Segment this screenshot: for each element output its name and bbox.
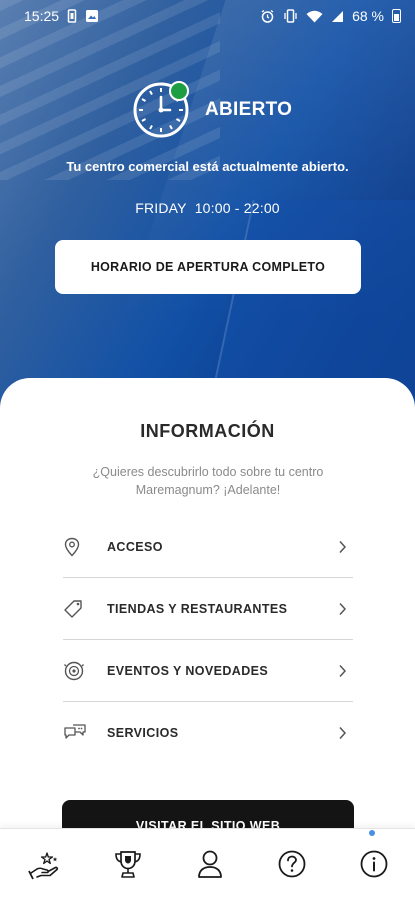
signal-icon [332,10,344,22]
information-menu: ACCESO TIENDAS Y RESTAURANTES EVENTOS Y … [63,516,353,764]
user-icon [198,850,222,878]
open-status-title: ABIERTO [205,99,293,120]
trophy-icon [115,851,141,878]
subtitle-line: Maremagnum? ¡Adelante! [135,483,281,497]
open-status-indicator [169,81,189,101]
location-pin-icon [63,536,95,558]
subtitle-line: ¿Quieres descubrirlo todo sobre tu centr… [92,465,324,479]
chevron-right-icon [339,664,347,677]
open-status-description: Tu centro comercial está actualmente abi… [66,159,349,174]
bottom-navigation [0,828,415,900]
menu-item-acceso[interactable]: ACCESO [63,516,353,578]
battery-percent: 68 % [352,8,384,24]
status-bar: 15:25 68 % [0,0,415,32]
menu-item-eventos[interactable]: EVENTOS Y NOVEDADES [63,640,353,702]
events-icon [63,660,95,682]
information-subtitle: ¿Quieres descubrirlo todo sobre tu centr… [60,463,356,499]
nav-rewards[interactable] [24,849,64,885]
chat-bubbles-icon [63,722,95,744]
menu-item-tiendas[interactable]: TIENDAS Y RESTAURANTES [63,578,353,640]
hand-stars-icon [28,852,59,880]
menu-item-label: EVENTOS Y NOVEDADES [107,663,269,678]
menu-item-label: SERVICIOS [107,726,179,740]
active-tab-indicator [369,830,375,836]
wifi-icon [306,10,323,22]
info-icon [360,850,388,878]
nav-trophy[interactable] [108,849,148,885]
alarm-icon [261,9,274,23]
menu-item-label: ACCESO [107,539,163,554]
menu-item-servicios[interactable]: SERVICIOS [63,702,353,764]
menu-item-label: TIENDAS Y RESTAURANTES [107,601,288,616]
nav-help[interactable] [272,849,312,885]
chevron-right-icon [339,726,347,740]
nav-profile[interactable] [190,849,230,885]
battery-icon [392,9,401,23]
opening-time-range: 10:00 - 22:00 [194,200,280,216]
opening-hours: FRIDAY 10:00 - 22:00 [0,200,415,216]
chevron-right-icon [339,540,347,553]
image-icon [86,10,99,22]
phone-vibrate-icon [67,9,77,23]
information-title: INFORMACIÓN [140,421,275,441]
help-icon [278,850,306,878]
status-time: 15:25 [24,8,60,24]
tag-icon [63,598,95,620]
vibrate-icon [284,9,297,23]
opening-day: FRIDAY [135,200,187,216]
chevron-right-icon [339,602,347,615]
nav-info[interactable] [354,849,394,885]
full-schedule-button[interactable]: HORARIO DE APERTURA COMPLETO [55,240,361,294]
